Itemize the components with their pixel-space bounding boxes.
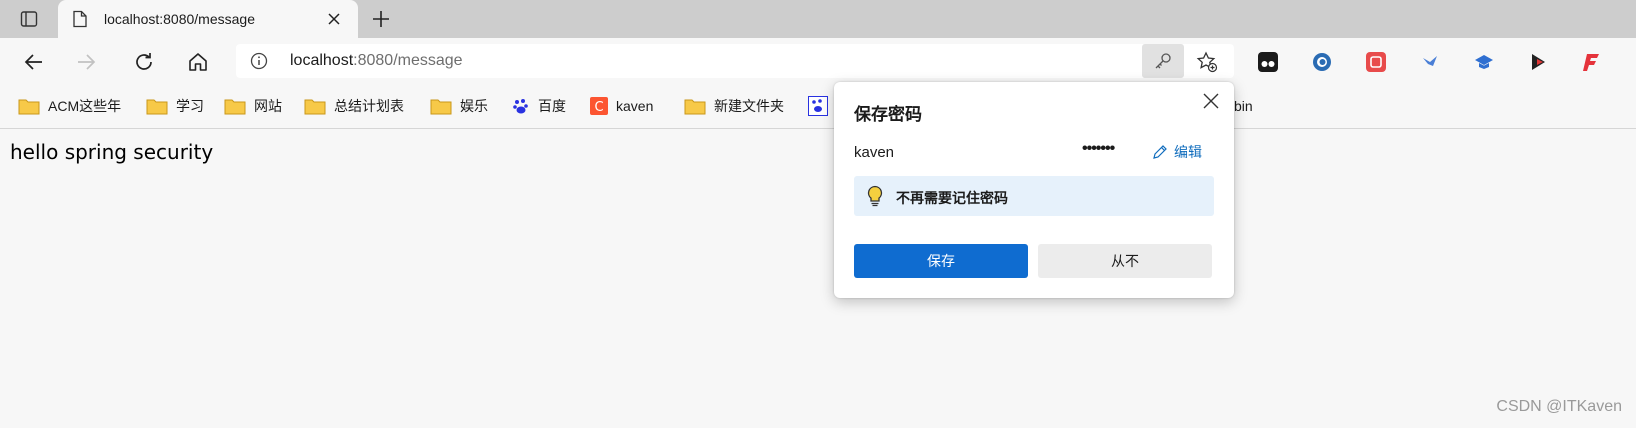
extension-round-blue-icon[interactable] — [1312, 52, 1332, 72]
bookmark-label: 新建文件夹 — [714, 98, 784, 114]
add-favorite-icon[interactable] — [1196, 51, 1218, 73]
hint-text: 不再需要记住密码 — [896, 190, 1008, 206]
bookmark-label: 总结计划表 — [334, 98, 404, 114]
baidu-icon — [512, 97, 530, 115]
info-icon[interactable] — [250, 52, 268, 70]
watermark: CSDN @ITKaven — [1496, 398, 1622, 415]
back-icon[interactable] — [22, 50, 46, 74]
folder-icon — [224, 97, 246, 115]
address-url[interactable]: localhost:8080/message — [290, 52, 463, 70]
key-icon — [1155, 53, 1171, 69]
bookmark-item[interactable]: ACM这些年 — [18, 95, 121, 117]
bookmark-item[interactable] — [808, 95, 836, 117]
folder-icon — [684, 97, 706, 115]
close-tab-icon[interactable] — [326, 11, 342, 27]
save-password-popup: 保存密码 kaven ••••••• 编辑 不再需要记住密码 保存 从不 — [834, 82, 1234, 298]
hint-banner[interactable]: 不再需要记住密码 — [854, 176, 1214, 216]
username-value: kaven — [854, 144, 895, 161]
address-bar[interactable]: localhost:8080/message — [236, 44, 1234, 78]
bookmark-item[interactable]: 娱乐 — [430, 95, 488, 117]
tab-active[interactable]: localhost:8080/message — [58, 0, 358, 38]
bookmark-label: bin — [1234, 98, 1253, 114]
bookmark-label: 网站 — [254, 98, 282, 114]
bookmark-label: 百度 — [538, 98, 566, 114]
tab-strip: localhost:8080/message — [0, 0, 1636, 38]
pencil-icon — [1153, 145, 1167, 159]
home-icon[interactable] — [186, 50, 210, 74]
extension-play-icon[interactable] — [1528, 52, 1548, 72]
bookmark-item[interactable]: bin — [1234, 95, 1253, 117]
extension-tampermonkey-icon[interactable] — [1258, 52, 1278, 72]
baidu-icon — [808, 96, 828, 116]
page-icon — [73, 10, 87, 28]
refresh-icon[interactable] — [132, 50, 156, 74]
bookmark-label: kaven — [616, 98, 654, 114]
password-key-button[interactable] — [1142, 44, 1184, 78]
save-button[interactable]: 保存 — [854, 244, 1028, 278]
bookmark-item[interactable]: 新建文件夹 — [684, 95, 784, 117]
tab-title: localhost:8080/message — [104, 11, 255, 27]
bookmark-item[interactable]: 网站 — [224, 95, 282, 117]
password-mask: ••••••• — [1082, 140, 1115, 157]
extension-red-square-icon[interactable] — [1366, 52, 1386, 72]
extension-bird-icon[interactable] — [1420, 52, 1440, 72]
csdn-icon: C — [590, 97, 608, 115]
extension-graduation-icon[interactable] — [1474, 52, 1494, 72]
tab-actions-button[interactable] — [12, 6, 46, 32]
bookmark-item[interactable]: 百度 — [512, 95, 566, 117]
bookmark-label: 学习 — [176, 98, 204, 114]
folder-icon — [146, 97, 168, 115]
bookmark-item[interactable]: 总结计划表 — [304, 95, 404, 117]
svg-text:C: C — [594, 100, 603, 115]
bookmarks-bar: ACM这些年 学习 网站 总结计划表 娱乐 百度 C kaven 新建文件夹 b… — [0, 84, 1636, 129]
tab-actions-icon — [20, 11, 38, 27]
bookmark-item[interactable]: 学习 — [146, 95, 204, 117]
bookmark-label: ACM这些年 — [48, 98, 122, 114]
edit-button[interactable]: 编辑 — [1152, 142, 1202, 162]
forward-icon[interactable] — [74, 50, 98, 74]
bookmark-label: 娱乐 — [460, 98, 488, 114]
page-text: hello spring security — [10, 140, 214, 164]
new-tab-icon[interactable] — [370, 8, 392, 30]
folder-icon — [430, 97, 452, 115]
extension-f-icon[interactable] — [1582, 52, 1602, 72]
toolbar: localhost:8080/message — [0, 38, 1636, 84]
bookmark-item[interactable]: C kaven — [590, 95, 653, 117]
close-icon[interactable] — [1202, 92, 1220, 110]
popup-title: 保存密码 — [854, 105, 922, 124]
folder-icon — [304, 97, 326, 115]
lightbulb-icon — [867, 185, 883, 207]
edit-label: 编辑 — [1174, 144, 1202, 160]
never-button[interactable]: 从不 — [1038, 244, 1212, 278]
folder-icon — [18, 97, 40, 115]
